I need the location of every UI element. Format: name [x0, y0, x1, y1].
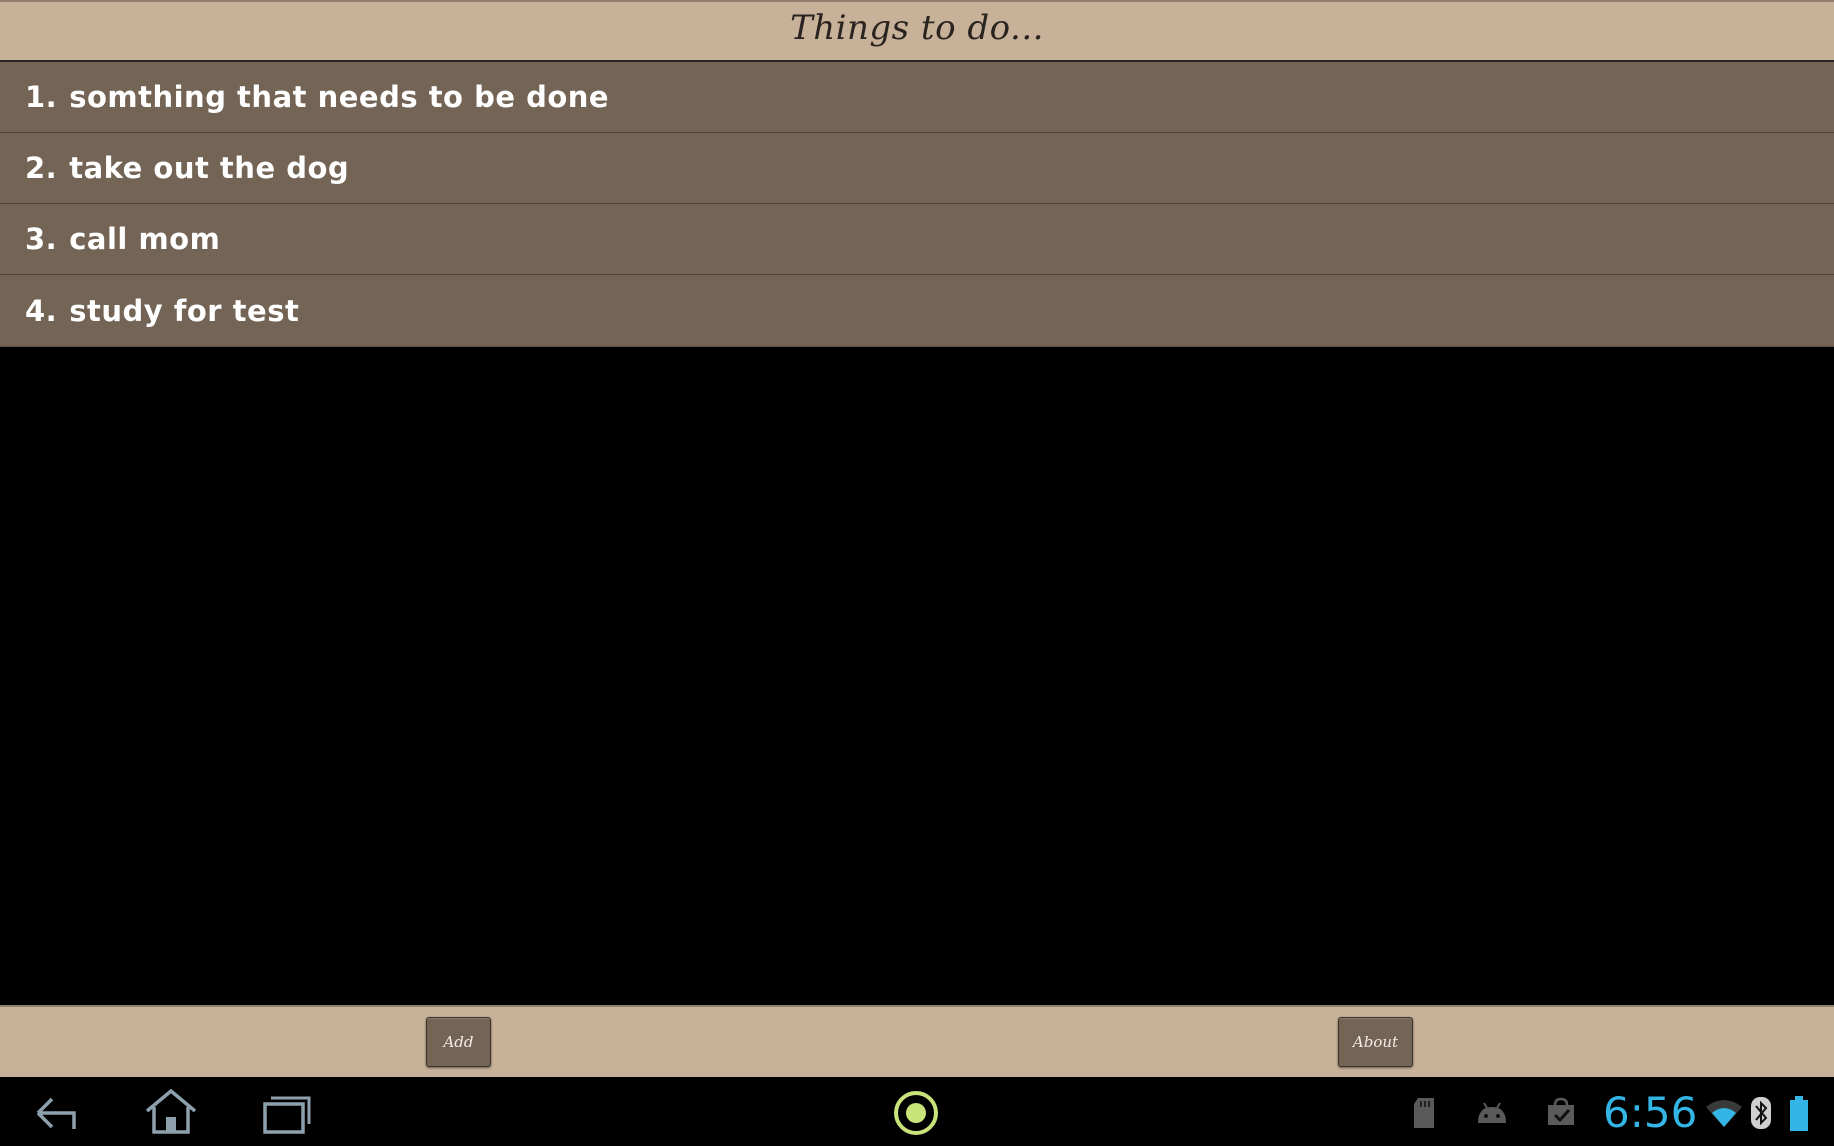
todo-number: 4. [25, 293, 58, 328]
todo-item[interactable]: 3. call mom [0, 204, 1834, 275]
todo-text: call mom [69, 222, 221, 256]
todo-text: study for test [69, 293, 300, 328]
about-button[interactable]: About [1338, 1017, 1413, 1067]
bluetooth-icon [1749, 1095, 1773, 1131]
todo-list: 1. somthing that needs to be done 2. tak… [0, 62, 1834, 347]
todo-text: take out the dog [69, 151, 350, 185]
todo-number: 1. [25, 80, 58, 114]
clock-time: 6:56 [1603, 1088, 1698, 1137]
wifi-icon [1703, 1096, 1745, 1130]
recent-apps-icon[interactable] [258, 1090, 316, 1134]
todo-number: 3. [25, 222, 58, 256]
app-screen: Things to do... 1. somthing that needs t… [0, 0, 1834, 1146]
store-icon [1543, 1094, 1579, 1130]
todo-number: 2. [25, 151, 58, 185]
page-title: Things to do... [790, 8, 1044, 48]
todo-item[interactable]: 2. take out the dog [0, 133, 1834, 204]
battery-icon [1788, 1095, 1810, 1133]
app-indicator-icon[interactable] [890, 1088, 942, 1138]
todo-item[interactable]: 1. somthing that needs to be done [0, 62, 1834, 133]
button-bar: Add About [0, 1005, 1834, 1077]
android-debug-icon [1473, 1098, 1511, 1128]
back-icon[interactable] [28, 1088, 88, 1134]
home-icon[interactable] [140, 1086, 202, 1136]
todo-text: somthing that needs to be done [69, 80, 610, 114]
title-bar: Things to do... [0, 0, 1834, 62]
sd-card-icon [1410, 1095, 1440, 1131]
todo-item[interactable]: 4. study for test [0, 275, 1834, 347]
add-button[interactable]: Add [426, 1017, 491, 1067]
